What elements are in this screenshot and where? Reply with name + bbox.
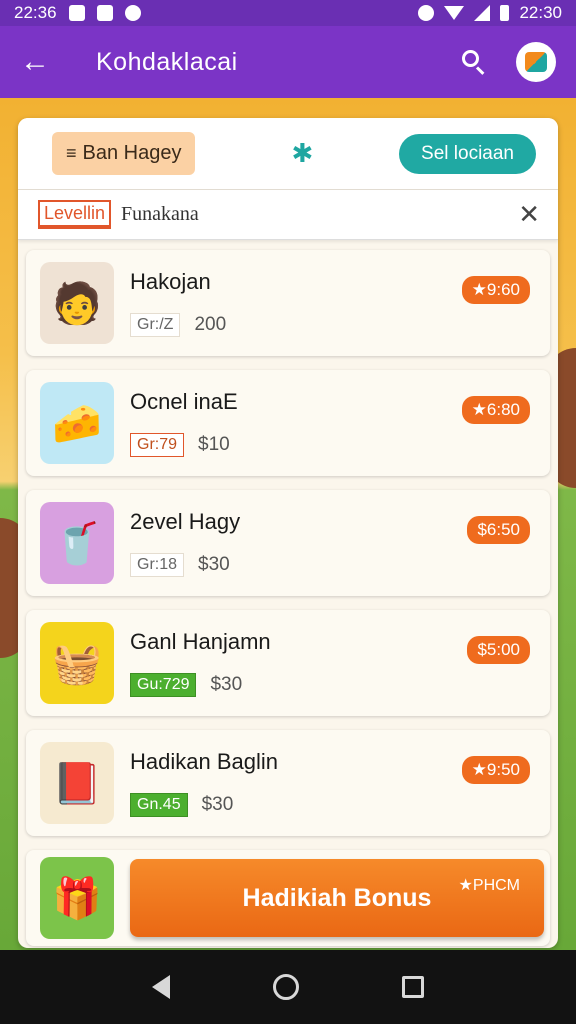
nav-home-icon[interactable] [272, 974, 299, 1000]
system-nav-bar [0, 950, 576, 1024]
status-bar: 22:36 22:30 [0, 0, 576, 26]
avatar[interactable] [516, 42, 556, 82]
price-badge[interactable]: ★9:60 [461, 276, 530, 304]
alarm-icon [124, 5, 141, 21]
item-value: $30 [198, 554, 230, 575]
bonus-thumbnail: 🎁 [40, 857, 114, 939]
item-thumbnail: 📕 [40, 742, 114, 824]
status-time-right: 22:30 [519, 3, 562, 22]
nav-recents-icon[interactable] [402, 976, 425, 998]
bonus-label: Hadikiah Bonus [242, 883, 432, 912]
item-code-badge: Gr:18 [130, 553, 185, 577]
price-badge[interactable]: $5:00 [467, 636, 530, 664]
menu-icon: ≡ [66, 143, 77, 163]
bonus-row: 🎁 Hadikiah Bonus ★PHCM [26, 850, 550, 946]
shop-panel: ≡ Ban Hagey ✱ Sel lociaan Levellin Funak… [18, 118, 558, 948]
list-item[interactable]: 🧀 Ocnel inaE Gr:79 $10 ★6:80 [26, 370, 550, 476]
alarm-clock-icon [418, 5, 435, 21]
wifi-icon [444, 6, 465, 20]
app-bar: ← Kohdaklacai [0, 26, 576, 98]
mail-icon [68, 5, 85, 21]
list-item[interactable]: 🧑 Hakojan Gr:/Z 200 ★9:60 [26, 250, 550, 356]
item-value: $10 [198, 434, 230, 455]
search-icon[interactable] [460, 48, 488, 76]
item-code-badge: Gu:729 [130, 673, 197, 697]
item-thumbnail: 🥤 [40, 502, 114, 584]
bonus-button[interactable]: Hadikiah Bonus ★PHCM [130, 859, 544, 937]
list-item[interactable]: 📕 Hadikan Baglin Gn.45 $30 ★9:50 [26, 730, 550, 836]
item-thumbnail: 🧑 [40, 262, 114, 344]
filter-text: Funakana [121, 203, 199, 225]
filter-tag[interactable]: Levellin [38, 200, 112, 229]
item-code-badge: Gn.45 [130, 793, 188, 817]
item-thumbnail: 🧀 [40, 382, 114, 464]
close-icon[interactable]: ✕ [518, 199, 540, 230]
battery-icon [500, 5, 510, 21]
item-list: 🧑 Hakojan Gr:/Z 200 ★9:60 🧀 Ocnel inaE Gr… [18, 240, 558, 946]
item-code-badge: Gr:79 [130, 433, 185, 457]
panel-toolbar: ≡ Ban Hagey ✱ Sel lociaan [18, 118, 558, 190]
price-badge[interactable]: $6:50 [467, 516, 530, 544]
item-name: 2evel Hagy [130, 509, 241, 534]
list-item[interactable]: 🥤 2evel Hagy Gr:18 $30 $6:50 [26, 490, 550, 596]
item-value: 200 [194, 314, 227, 335]
item-name: Hakojan [130, 269, 211, 294]
price-badge[interactable]: ★9:50 [461, 756, 530, 784]
arrow-left-icon[interactable]: ← [20, 45, 60, 79]
app-logo-icon [525, 52, 547, 72]
star-icon[interactable]: ✱ [291, 138, 313, 169]
signal-icon [474, 5, 491, 21]
category-chip[interactable]: ≡ Ban Hagey [52, 132, 196, 175]
page-title: Kohdaklacai [96, 47, 238, 76]
select-button[interactable]: Sel lociaan [399, 133, 536, 174]
filter-bar: Levellin Funakana ✕ [18, 190, 558, 240]
item-name: Hadikan Baglin [130, 749, 278, 774]
status-time-left: 22:36 [14, 3, 57, 22]
item-value: $30 [201, 794, 234, 815]
chat-icon [96, 5, 113, 21]
item-name: Ganl Hanjamn [130, 629, 271, 654]
category-chip-label: Ban Hagey [82, 142, 182, 164]
bonus-corner-label: ★PHCM [458, 877, 520, 894]
item-name: Ocnel inaE [130, 389, 238, 414]
nav-back-icon[interactable] [151, 975, 170, 999]
item-value: $30 [210, 674, 243, 695]
item-thumbnail: 🧺 [40, 622, 114, 704]
price-badge[interactable]: ★6:80 [461, 396, 530, 424]
item-code-badge: Gr:/Z [130, 313, 181, 337]
list-item[interactable]: 🧺 Ganl Hanjamn Gu:729 $30 $5:00 [26, 610, 550, 716]
